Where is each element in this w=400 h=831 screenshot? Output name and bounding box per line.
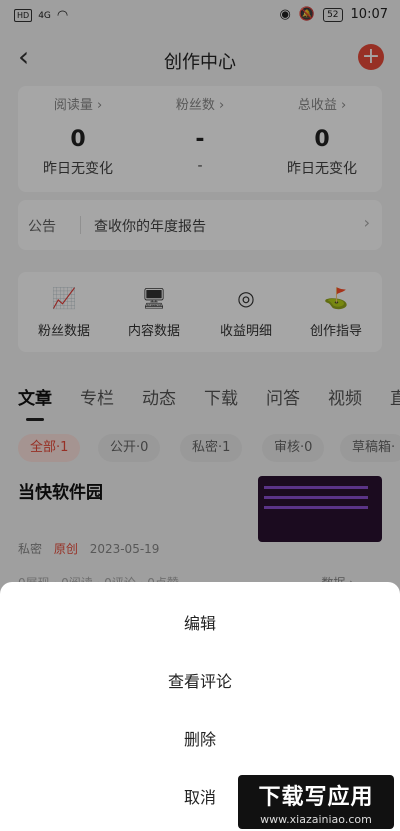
delete-button[interactable]: 删除: [0, 726, 400, 750]
view-comments-button[interactable]: 查看评论: [0, 668, 400, 692]
edit-button[interactable]: 编辑: [0, 610, 400, 634]
watermark-title: 下载写应用: [258, 785, 374, 810]
site-watermark: 下载写应用 www.xiazainiao.com: [238, 775, 394, 829]
creator-center-page: HD 4G ◠ ◉ 🔕 52 10:07 ‹ 创作中心 + 阅读量 › 0 昨日…: [0, 0, 400, 831]
watermark-url: www.xiazainiao.com: [260, 813, 372, 826]
